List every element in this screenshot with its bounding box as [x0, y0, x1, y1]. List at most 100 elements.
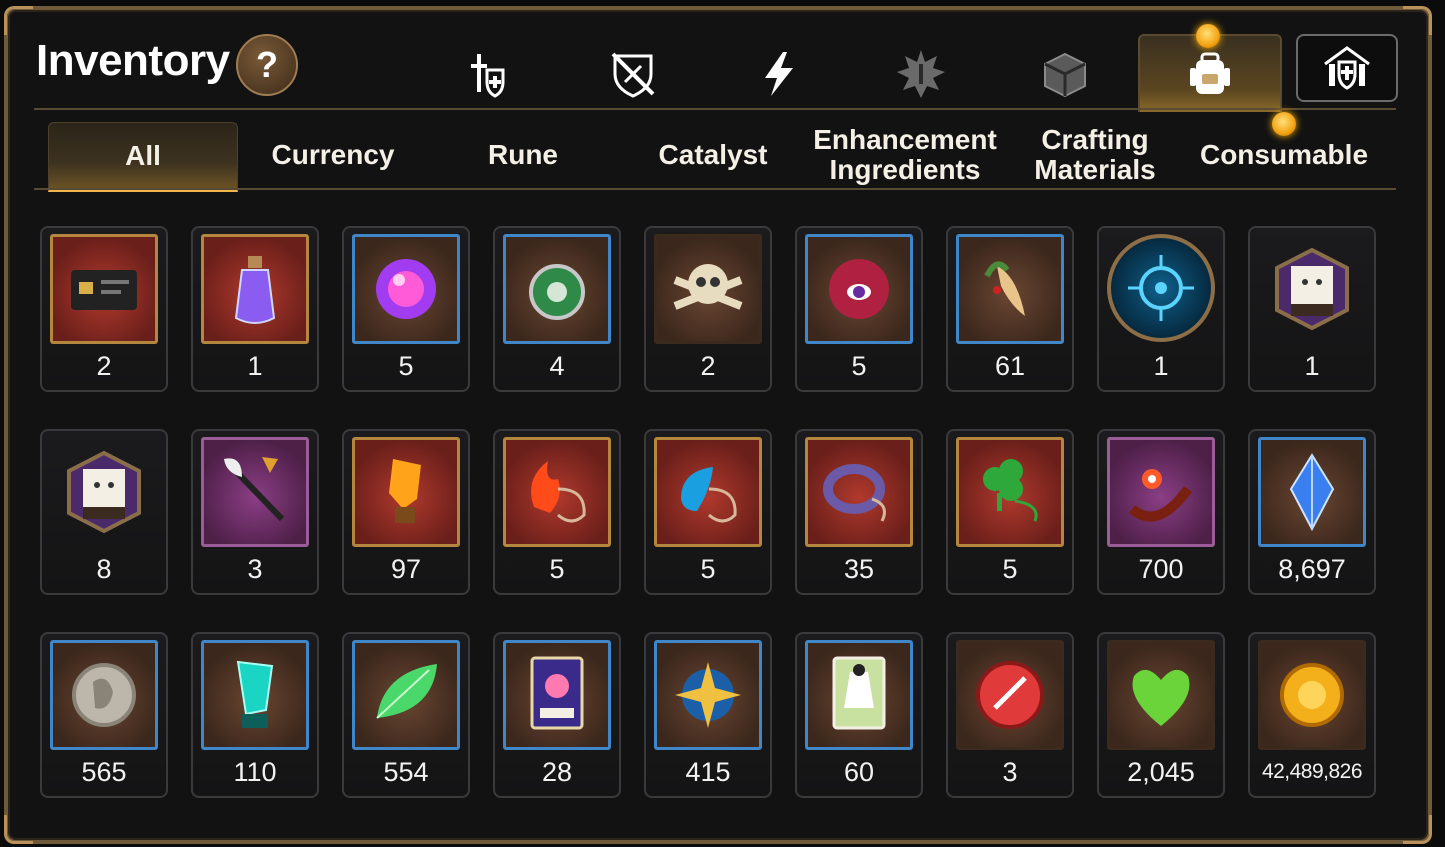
- item-quantity: 42,489,826: [1261, 760, 1363, 783]
- notification-dot: [1196, 24, 1220, 48]
- item-quantity: 8,697: [1278, 554, 1346, 584]
- item-icon-frame: [201, 234, 309, 344]
- pet-box-icon: [1275, 247, 1349, 331]
- green-heart-icon: [1132, 669, 1190, 726]
- item-slot[interactable]: 28: [493, 632, 621, 798]
- feather-wand-icon: [224, 457, 285, 522]
- item-icon-frame: [654, 640, 762, 750]
- item-quantity: 5: [398, 351, 414, 381]
- item-slot[interactable]: 565: [40, 632, 168, 798]
- item-icon-frame: [352, 234, 460, 344]
- clover-pendant-icon: [983, 459, 1038, 522]
- backpack-icon: [1190, 52, 1230, 94]
- item-slot[interactable]: 35: [795, 429, 923, 595]
- item-slot[interactable]: 5: [644, 429, 772, 595]
- item-icon-frame: [654, 437, 762, 547]
- help-button[interactable]: ?: [236, 34, 298, 96]
- item-slot[interactable]: 554: [342, 632, 470, 798]
- item-quantity: 554: [383, 757, 429, 787]
- subtab-all[interactable]: All: [48, 122, 238, 192]
- item-slot[interactable]: 97: [342, 429, 470, 595]
- item-quantity: 5: [549, 554, 565, 584]
- item-quantity: 3: [1002, 757, 1018, 787]
- tab-guild[interactable]: [1296, 34, 1398, 102]
- item-icon-frame: [956, 640, 1064, 750]
- item-quantity: 60: [843, 757, 875, 787]
- item-slot[interactable]: 61: [946, 226, 1074, 392]
- item-icon-frame: [50, 234, 158, 344]
- item-icon-frame: [503, 234, 611, 344]
- item-icon-frame: [805, 640, 913, 750]
- water-pendant-icon: [681, 467, 737, 523]
- item-quantity: 8: [96, 554, 112, 584]
- frame-corner-ornament: [4, 6, 33, 35]
- item-icon-frame: [805, 437, 913, 547]
- tab-equipment[interactable]: [452, 46, 522, 102]
- magic-orb-icon: [376, 259, 436, 319]
- item-slot[interactable]: 700: [1097, 429, 1225, 595]
- star-compass-icon: [675, 662, 741, 728]
- item-quantity: 5: [851, 351, 867, 381]
- item-slot[interactable]: 2: [644, 226, 772, 392]
- item-slot[interactable]: 415: [644, 632, 772, 798]
- tab-emblem[interactable]: [886, 46, 956, 102]
- fire-pendant-icon: [531, 461, 586, 523]
- item-slot[interactable]: 60: [795, 632, 923, 798]
- item-slot[interactable]: 1: [191, 226, 319, 392]
- notification-dot: [1272, 112, 1296, 136]
- ginseng-root-icon: [984, 261, 1025, 316]
- item-quantity: 28: [541, 757, 573, 787]
- item-quantity: 2: [700, 351, 716, 381]
- item-quantity: 4: [549, 351, 565, 381]
- item-slot[interactable]: 5: [795, 226, 923, 392]
- subtab-rune[interactable]: Rune: [428, 122, 618, 188]
- item-slot[interactable]: 2: [40, 226, 168, 392]
- item-slot[interactable]: 3: [946, 632, 1074, 798]
- divider: [34, 188, 1396, 190]
- subtab-crafting-materials[interactable]: Crafting Materials: [1002, 122, 1188, 188]
- subtab-currency[interactable]: Currency: [238, 122, 428, 188]
- item-icon-frame: [352, 437, 460, 547]
- item-quantity: 3: [247, 554, 263, 584]
- item-quantity: 565: [81, 757, 127, 787]
- eye-orb-icon: [829, 259, 889, 319]
- tab-defense[interactable]: [598, 46, 668, 102]
- item-slot[interactable]: 3: [191, 429, 319, 595]
- lightning-icon: [765, 52, 793, 96]
- id-card-icon: [71, 270, 137, 310]
- subtab-enhancement-ingredients[interactable]: Enhancement Ingredients: [808, 122, 1002, 188]
- item-slot[interactable]: 42,489,826: [1248, 632, 1376, 798]
- cube-icon: [1044, 52, 1086, 98]
- item-slot[interactable]: 1: [1097, 226, 1225, 392]
- item-slot[interactable]: 110: [191, 632, 319, 798]
- item-slot[interactable]: 5: [493, 429, 621, 595]
- item-quantity: 5: [700, 554, 716, 584]
- item-slot[interactable]: 8: [40, 429, 168, 595]
- potion-bottle-icon: [234, 256, 276, 324]
- item-quantity: 2,045: [1127, 757, 1195, 787]
- item-icon-frame: [1107, 640, 1215, 750]
- green-amulet-icon: [529, 264, 585, 320]
- item-icon-frame: [50, 640, 158, 750]
- frame-corner-ornament: [1403, 815, 1432, 844]
- item-quantity: 61: [994, 351, 1026, 381]
- frame-corner-ornament: [1403, 6, 1432, 35]
- item-quantity: 97: [390, 554, 422, 584]
- rune-circle-icon: [1128, 255, 1194, 321]
- item-slot[interactable]: 4: [493, 226, 621, 392]
- item-slot[interactable]: 5: [946, 429, 1074, 595]
- item-slot[interactable]: 5: [342, 226, 470, 392]
- tab-skills[interactable]: [744, 46, 814, 102]
- item-slot[interactable]: 8,697: [1248, 429, 1376, 595]
- tab-materials[interactable]: [1030, 46, 1100, 102]
- item-slot[interactable]: 2,045: [1097, 632, 1225, 798]
- green-leaf-icon: [376, 664, 437, 719]
- item-icon-frame: [50, 437, 158, 547]
- item-quantity: 35: [843, 554, 875, 584]
- frame-corner-ornament: [4, 815, 33, 844]
- costume-card-icon: [832, 656, 886, 730]
- item-quantity: 1: [1153, 351, 1169, 381]
- page-title: Inventory: [36, 36, 230, 85]
- item-slot[interactable]: 1: [1248, 226, 1376, 392]
- subtab-catalyst[interactable]: Catalyst: [618, 122, 808, 188]
